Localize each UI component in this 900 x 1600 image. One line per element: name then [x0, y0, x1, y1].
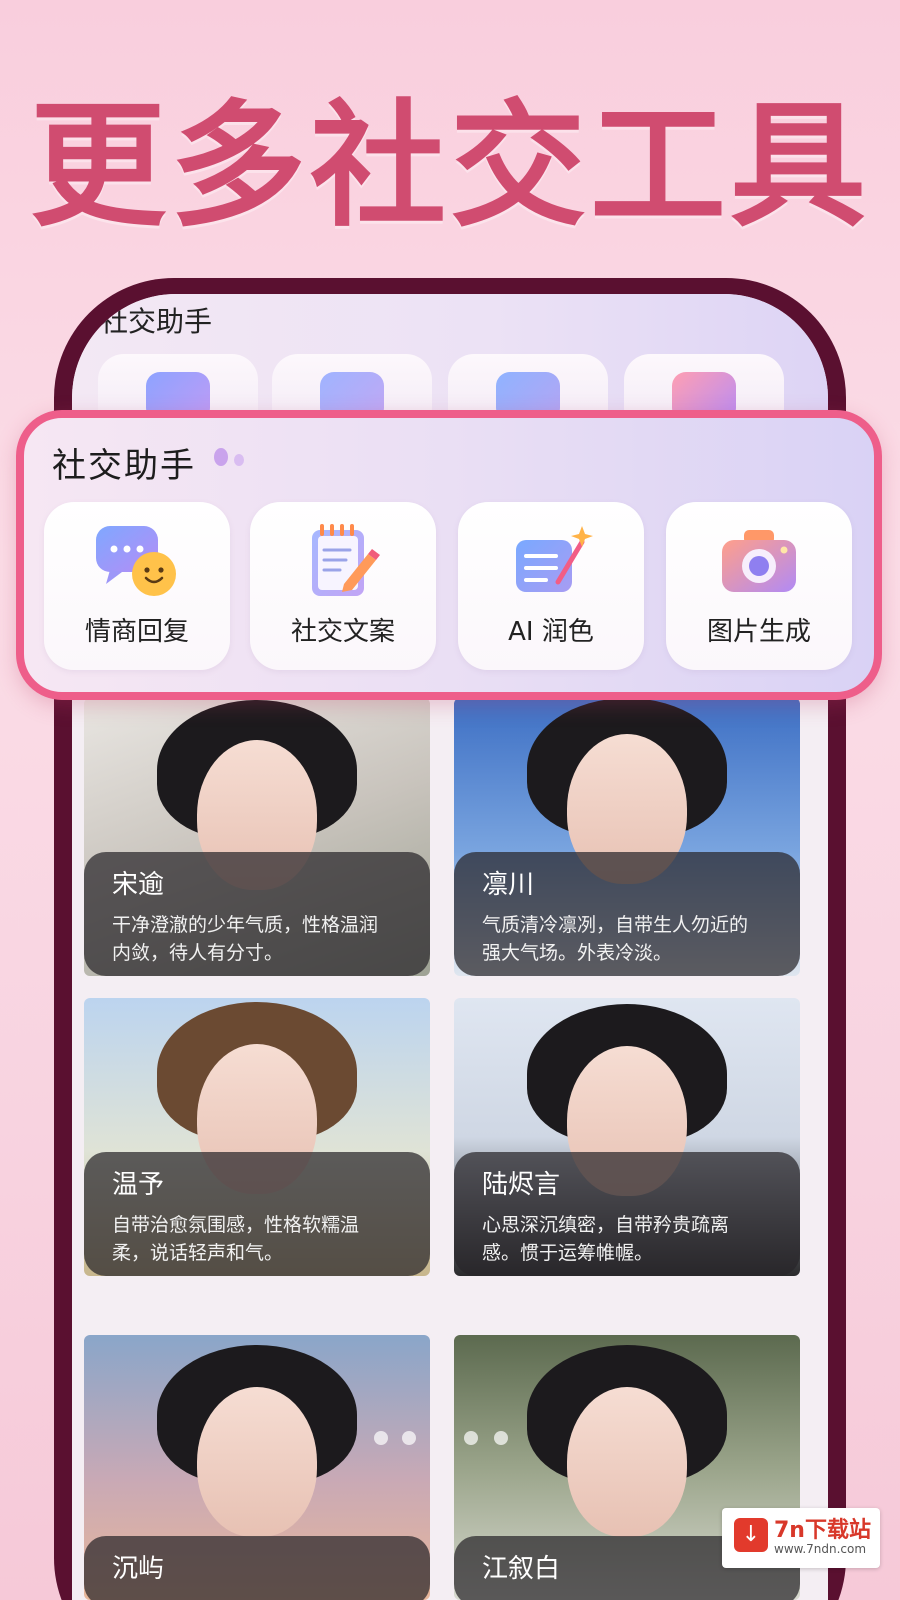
character-card[interactable]: 温予 自带治愈氛围感，性格软糯温 柔，说话轻声和气。	[84, 998, 430, 1276]
character-desc-line2: 强大气场。外表冷淡。	[482, 942, 673, 964]
notepad-pencil-icon	[312, 524, 380, 596]
portrait-face	[197, 1387, 317, 1537]
character-desc-line1: 自带治愈氛围感，性格软糯温	[112, 1214, 360, 1236]
site-watermark: ↓ 7n下载站 www.7ndn.com	[722, 1508, 880, 1568]
card-info: 温予 自带治愈氛围感，性格软糯温 柔，说话轻声和气。	[84, 1152, 430, 1276]
tool-label: AI 润色	[508, 617, 594, 647]
character-name: 宋逾	[112, 870, 165, 900]
tool-label: 图片生成	[706, 617, 811, 647]
character-desc-line1: 气质清冷凛冽，自带生人勿近的	[482, 914, 749, 936]
character-card[interactable]: 凛川 气质清冷凛冽，自带生人勿近的 强大气场。外表冷淡。	[454, 698, 800, 976]
character-desc-line1: 心思深沉缜密，自带矜贵疏离	[482, 1214, 730, 1236]
tool-ai-polish[interactable]: AI 润色	[458, 502, 644, 670]
pager-dot	[402, 1431, 416, 1445]
watermark-url: www.7ndn.com	[774, 1542, 867, 1556]
social-assistant-panel: 社交助手 情商回复 社交文案 AI 润色 图片生成	[16, 410, 882, 700]
character-desc-line1: 干净澄澈的少年气质，性格温润	[112, 914, 379, 936]
decorative-dots	[214, 448, 250, 470]
screen-header: 社交助手	[72, 294, 828, 434]
character-desc-line2: 内敛，待人有分寸。	[112, 942, 284, 964]
character-name: 凛川	[482, 870, 535, 900]
character-card[interactable]: 宋逾 干净澄澈的少年气质，性格温润 内敛，待人有分寸。	[84, 698, 430, 976]
portrait-face	[567, 1387, 687, 1537]
character-name: 沉屿	[112, 1554, 165, 1584]
character-name: 温予	[112, 1170, 165, 1200]
card-info: 凛川 气质清冷凛冽，自带生人勿近的 强大气场。外表冷淡。	[454, 852, 800, 976]
card-info: 宋逾 干净澄澈的少年气质，性格温润 内敛，待人有分寸。	[84, 852, 430, 976]
character-name: 陆烬言	[482, 1170, 561, 1200]
dot	[214, 448, 228, 466]
tool-social-copywriting[interactable]: 社交文案	[250, 502, 436, 670]
tool-label: 社交文案	[290, 617, 395, 647]
card-info: 沉屿	[84, 1536, 430, 1600]
character-desc-line2: 柔，说话轻声和气。	[112, 1242, 284, 1264]
download-arrow-icon: ↓	[734, 1518, 768, 1552]
promo-headline: 更多社交工具	[30, 88, 870, 246]
tool-image-generation[interactable]: 图片生成	[666, 502, 852, 670]
camera-icon	[722, 530, 796, 592]
section-title: 社交助手	[100, 305, 213, 338]
card-info: 陆烬言 心思深沉缜密，自带矜贵疏离 感。惯于运筹帷幄。	[454, 1152, 800, 1276]
dot	[234, 454, 244, 466]
character-card[interactable]: 陆烬言 心思深沉缜密，自带矜贵疏离 感。惯于运筹帷幄。	[454, 998, 800, 1276]
panel-title: 社交助手	[52, 446, 196, 486]
watermark-main: 7n下载站	[774, 1518, 871, 1543]
pager-dot	[374, 1431, 388, 1445]
pager-dot	[464, 1431, 478, 1445]
chat-bubble-smile-icon	[96, 526, 176, 596]
document-magic-wand-icon	[516, 526, 593, 592]
character-desc-line2: 感。惯于运筹帷幄。	[482, 1242, 654, 1264]
character-card[interactable]: 沉屿	[84, 1335, 430, 1600]
tool-label: 情商回复	[84, 617, 189, 647]
tool-emotional-reply[interactable]: 情商回复	[44, 502, 230, 670]
pager-dot	[494, 1431, 508, 1445]
